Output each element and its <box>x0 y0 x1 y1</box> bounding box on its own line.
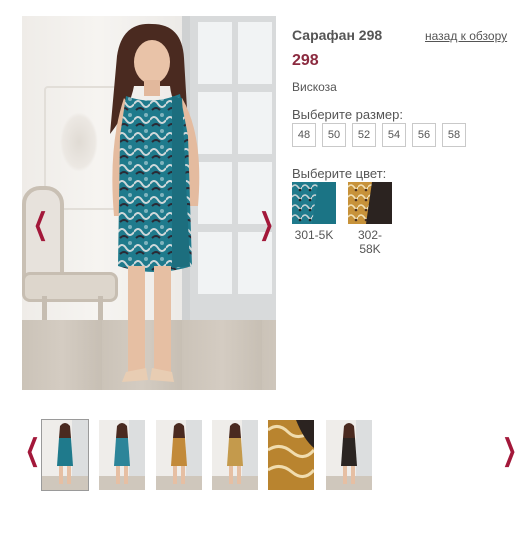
size-option-54[interactable]: 54 <box>382 123 406 147</box>
color-code-label: 301-5K <box>294 228 334 242</box>
color-selector-label: Выберите цвет: <box>292 166 387 181</box>
size-option-56[interactable]: 56 <box>412 123 436 147</box>
gallery-thumbnail[interactable] <box>268 420 314 490</box>
size-options: 48 50 52 54 56 58 <box>292 123 466 147</box>
size-selector-label: Выберите размер: <box>292 107 403 122</box>
model-image <box>110 23 200 382</box>
size-option-52[interactable]: 52 <box>352 123 376 147</box>
product-title: Сарафан 298 <box>292 27 383 43</box>
color-swatch-301-5k[interactable] <box>292 182 336 224</box>
color-swatch-302-58k[interactable] <box>348 182 392 224</box>
gallery-thumbnail[interactable] <box>41 419 89 491</box>
gallery-thumbnail[interactable] <box>212 420 258 490</box>
product-material: Вискоза <box>292 80 337 94</box>
thumbnails-next-arrow-icon[interactable]: ❯ <box>502 436 517 466</box>
gallery-thumbnail[interactable] <box>156 420 202 490</box>
gallery-thumbnail[interactable] <box>99 420 145 490</box>
main-product-photo <box>22 16 276 390</box>
size-option-58[interactable]: 58 <box>442 123 466 147</box>
prev-photo-arrow-icon[interactable]: ❮ <box>33 210 48 240</box>
product-price: 298 <box>292 52 319 69</box>
gallery-thumbnail[interactable] <box>326 420 372 490</box>
size-option-50[interactable]: 50 <box>322 123 346 147</box>
next-photo-arrow-icon[interactable]: ❯ <box>259 210 274 240</box>
back-to-overview-link[interactable]: назад к обзору <box>425 29 507 43</box>
color-code-label: 302- 58K <box>357 228 383 256</box>
thumbnails-prev-arrow-icon[interactable]: ❮ <box>25 436 40 466</box>
size-option-48[interactable]: 48 <box>292 123 316 147</box>
